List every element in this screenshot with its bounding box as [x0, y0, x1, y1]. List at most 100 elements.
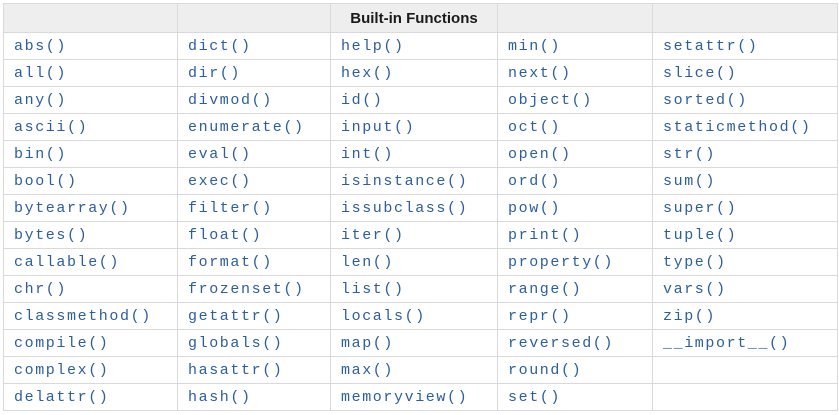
function-link[interactable]: reversed() [508, 335, 614, 352]
function-link[interactable]: sum() [663, 173, 716, 190]
function-link[interactable]: vars() [663, 281, 727, 298]
table-body: abs() dict() help() min() setattr() all() dir(… [3, 32, 838, 411]
function-link[interactable]: oct() [508, 119, 561, 136]
function-link[interactable]: any() [14, 92, 67, 109]
function-link[interactable]: pow() [508, 200, 561, 217]
function-cell: float() [177, 221, 331, 249]
function-link[interactable]: help() [341, 38, 405, 55]
function-cell: zip() [652, 302, 838, 330]
function-link[interactable]: callable() [14, 254, 120, 271]
function-link[interactable]: repr() [508, 308, 572, 325]
header-cell [3, 3, 178, 33]
function-link[interactable]: getattr() [188, 308, 283, 325]
table-row: all() dir() hex() next() slice() [3, 59, 838, 87]
function-link[interactable]: ascii() [14, 119, 88, 136]
function-cell: sum() [652, 167, 838, 195]
function-link[interactable]: len() [341, 254, 394, 271]
function-link[interactable]: classmethod() [14, 308, 152, 325]
function-cell: str() [652, 140, 838, 168]
function-link[interactable]: __import__() [663, 335, 790, 352]
function-link[interactable]: dir() [188, 65, 241, 82]
function-cell: help() [330, 32, 498, 60]
function-link[interactable]: bytearray() [14, 200, 131, 217]
function-link[interactable]: slice() [663, 65, 737, 82]
function-link[interactable]: locals() [341, 308, 426, 325]
function-link[interactable]: hex() [341, 65, 394, 82]
table-row: classmethod() getattr() locals() repr() zip(… [3, 302, 838, 330]
function-cell: bin() [3, 140, 178, 168]
function-link[interactable]: round() [508, 362, 582, 379]
function-cell: type() [652, 248, 838, 276]
function-link[interactable]: min() [508, 38, 561, 55]
function-link[interactable]: open() [508, 146, 572, 163]
function-cell: classmethod() [3, 302, 178, 330]
function-link[interactable]: enumerate() [188, 119, 305, 136]
function-link[interactable]: hash() [188, 389, 252, 406]
function-link[interactable]: dict() [188, 38, 252, 55]
table-row: any() divmod() id() object() sorted() [3, 86, 838, 114]
header-cell [652, 3, 838, 33]
function-link[interactable]: super() [663, 200, 737, 217]
function-link[interactable]: bool() [14, 173, 78, 190]
function-link[interactable]: set() [508, 389, 561, 406]
function-cell: issubclass() [330, 194, 498, 222]
function-link[interactable]: chr() [14, 281, 67, 298]
function-cell: dict() [177, 32, 331, 60]
table-row: chr() frozenset() list() range() vars() [3, 275, 838, 303]
function-link[interactable]: property() [508, 254, 614, 271]
function-cell: bytearray() [3, 194, 178, 222]
function-link[interactable]: next() [508, 65, 572, 82]
function-cell: open() [497, 140, 653, 168]
function-link[interactable]: iter() [341, 227, 405, 244]
function-cell: input() [330, 113, 498, 141]
function-cell: bool() [3, 167, 178, 195]
function-link[interactable]: format() [188, 254, 273, 271]
table-row: delattr() hash() memoryview() set() [3, 383, 838, 411]
function-cell: sorted() [652, 86, 838, 114]
function-link[interactable]: tuple() [663, 227, 737, 244]
function-link[interactable]: int() [341, 146, 394, 163]
function-link[interactable]: setattr() [663, 38, 758, 55]
function-link[interactable]: memoryview() [341, 389, 468, 406]
function-link[interactable]: input() [341, 119, 415, 136]
function-link[interactable]: exec() [188, 173, 252, 190]
function-link[interactable]: object() [508, 92, 593, 109]
function-link[interactable]: sorted() [663, 92, 748, 109]
function-cell: dir() [177, 59, 331, 87]
function-link[interactable]: compile() [14, 335, 109, 352]
function-link[interactable]: list() [341, 281, 405, 298]
function-link[interactable]: abs() [14, 38, 67, 55]
function-link[interactable]: ord() [508, 173, 561, 190]
function-link[interactable]: divmod() [188, 92, 273, 109]
function-link[interactable]: id() [341, 92, 383, 109]
function-link[interactable]: float() [188, 227, 262, 244]
table-row: bytes() float() iter() print() tuple() [3, 221, 838, 249]
function-cell: compile() [3, 329, 178, 357]
function-link[interactable]: map() [341, 335, 394, 352]
function-link[interactable]: print() [508, 227, 582, 244]
function-link[interactable]: delattr() [14, 389, 109, 406]
function-link[interactable]: str() [663, 146, 716, 163]
function-cell: slice() [652, 59, 838, 87]
function-cell: filter() [177, 194, 331, 222]
function-link[interactable]: hasattr() [188, 362, 283, 379]
function-cell: locals() [330, 302, 498, 330]
function-link[interactable]: zip() [663, 308, 716, 325]
function-link[interactable]: type() [663, 254, 727, 271]
function-cell: any() [3, 86, 178, 114]
function-link[interactable]: globals() [188, 335, 283, 352]
function-link[interactable]: range() [508, 281, 582, 298]
header-cell [497, 3, 653, 33]
function-link[interactable]: all() [14, 65, 67, 82]
function-link[interactable]: frozenset() [188, 281, 305, 298]
function-link[interactable]: max() [341, 362, 394, 379]
function-link[interactable]: eval() [188, 146, 252, 163]
function-link[interactable]: bin() [14, 146, 67, 163]
function-link[interactable]: complex() [14, 362, 109, 379]
function-link[interactable]: bytes() [14, 227, 88, 244]
function-link[interactable]: issubclass() [341, 200, 468, 217]
function-link[interactable]: isinstance() [341, 173, 468, 190]
function-link[interactable]: filter() [188, 200, 273, 217]
function-cell: super() [652, 194, 838, 222]
function-link[interactable]: staticmethod() [663, 119, 811, 136]
